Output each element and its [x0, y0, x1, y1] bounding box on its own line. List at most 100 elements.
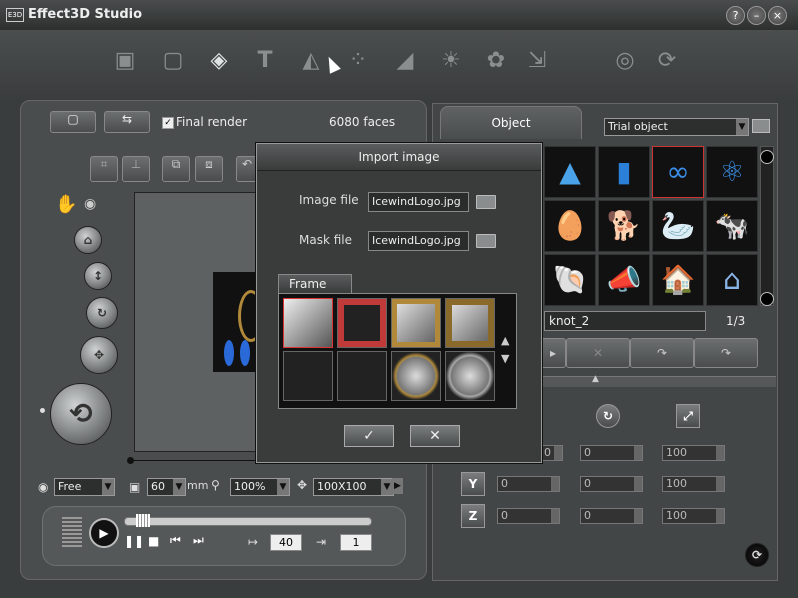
scroll-up-icon[interactable] [760, 150, 774, 164]
frame-laurel[interactable] [445, 351, 495, 401]
frame-easel[interactable] [283, 351, 333, 401]
move-all-icon[interactable]: ✥ [80, 336, 118, 374]
y-position-field[interactable]: 0 [497, 476, 560, 492]
thumb-megaphone[interactable]: 📣 [598, 254, 650, 306]
web-icon[interactable]: ◎ [608, 44, 642, 78]
frame-red[interactable] [337, 298, 387, 348]
z-axis-button[interactable]: Z [461, 504, 485, 528]
text-3d-icon[interactable]: T [248, 44, 282, 78]
rotate-icon[interactable]: ↻ [86, 297, 118, 329]
thumb-shell[interactable]: 🐚 [544, 254, 596, 306]
frame-tab[interactable]: Frame [278, 274, 352, 293]
distance-select[interactable]: 60 ▼ [147, 478, 186, 496]
thumbnail-scrollbar[interactable] [760, 146, 774, 306]
x-position-field[interactable]: 0 [540, 445, 563, 461]
frame-count-field[interactable]: 40 [270, 534, 302, 551]
x-rotation-field[interactable]: 0 [580, 445, 643, 461]
frame-icon[interactable]: ▢ [156, 44, 190, 78]
ok-button[interactable]: ✓ [344, 425, 394, 447]
y-rotation-field[interactable]: 0 [580, 476, 643, 492]
y-scale-field[interactable]: 100 [662, 476, 725, 492]
refresh-icon[interactable]: ⟳ [650, 44, 684, 78]
play-button[interactable]: ▶ [89, 518, 119, 548]
frame-shield[interactable] [337, 351, 387, 401]
help-button[interactable]: ? [726, 6, 745, 25]
thumb-knot[interactable]: ∞ [652, 146, 704, 198]
box-icon[interactable]: ▣ [108, 44, 142, 78]
paste-icon[interactable]: ⧈ [195, 156, 223, 182]
rotate-axis-icon[interactable]: ↻ [596, 404, 620, 428]
splitter-arrow-icon[interactable]: ▲ [592, 374, 599, 384]
delete-object-icon[interactable]: ✕ [566, 338, 630, 368]
frame-scroll-down-icon[interactable]: ▼ [501, 352, 509, 365]
scroll-down-icon[interactable] [760, 292, 774, 306]
folder-icon[interactable] [752, 119, 770, 133]
thumb-cow[interactable]: 🐄 [706, 200, 758, 252]
y-axis-button[interactable]: Y [461, 472, 485, 496]
timeline-start-handle[interactable] [127, 457, 134, 464]
image-file-folder-icon[interactable] [476, 195, 496, 209]
axes-icon[interactable]: ⊥ [122, 156, 150, 182]
move-vertical-icon[interactable]: ↕ [84, 262, 112, 290]
next-frame-icon[interactable]: ⏭ [193, 533, 204, 548]
dots-icon[interactable]: ⁘ [341, 44, 375, 78]
pause-icon[interactable]: ❚❚ [124, 534, 144, 548]
light-icon[interactable]: ☀ [434, 44, 468, 78]
shape-icon[interactable]: ◈ [202, 44, 236, 78]
frame-scroll-up-icon[interactable]: ▲ [501, 334, 509, 347]
paint-icon[interactable]: ◭ [294, 44, 328, 78]
thumb-egg[interactable]: 🥚 [544, 200, 596, 252]
stop-icon[interactable]: ■ [148, 534, 159, 548]
x-scale-field[interactable]: 100 [662, 445, 725, 461]
thumb-dog[interactable]: 🐕 [598, 200, 650, 252]
hand-icon[interactable]: ✋ [55, 194, 77, 215]
mask-file-folder-icon[interactable] [476, 234, 496, 248]
undo-icon[interactable]: ↶ [236, 156, 258, 182]
load-image-icon[interactable]: ↷ [694, 338, 758, 368]
new-file-button[interactable]: ▢ [50, 111, 96, 133]
select-arrow-icon[interactable]: ▸ [540, 338, 566, 368]
orbit-icon[interactable]: ⟲ [50, 383, 112, 445]
frame-none[interactable] [283, 298, 333, 348]
prev-frame-icon[interactable]: ⏮ [170, 533, 181, 548]
thumb-cylinder[interactable]: ▮ [598, 146, 650, 198]
copy-icon[interactable]: ⧉ [162, 156, 190, 182]
crop-icon[interactable]: ⌗ [90, 156, 118, 182]
image-file-field[interactable]: IcewindLogo.jpg [368, 192, 469, 212]
view-select[interactable]: Free ▼ [54, 478, 115, 496]
home-icon[interactable]: ⌂ [74, 226, 102, 254]
thumb-igloo[interactable]: ⌂ [706, 254, 758, 306]
zoom-select[interactable]: 100% ▼ [230, 478, 290, 496]
final-render-checkbox[interactable]: ✓ [162, 117, 174, 129]
reset-icon[interactable]: ⟳ [745, 543, 769, 567]
load-texture-icon[interactable]: ↷ [630, 338, 694, 368]
cancel-button[interactable]: ✕ [410, 425, 460, 447]
current-frame-field[interactable]: 1 [340, 534, 372, 551]
swap-image-button[interactable]: ⇆ [104, 111, 150, 133]
z-rotation-field[interactable]: 0 [580, 508, 643, 524]
mask-file-field[interactable]: IcewindLogo.jpg [368, 231, 469, 251]
thumb-cone[interactable]: ▲ [544, 146, 596, 198]
gear-page-icon[interactable]: ✿ [479, 44, 513, 78]
export-icon[interactable]: ⇲ [520, 44, 554, 78]
frame-gold[interactable] [391, 298, 441, 348]
close-button[interactable]: × [768, 6, 787, 25]
size-select[interactable]: 100X100 ▼ [313, 478, 394, 496]
playback-slider[interactable] [124, 517, 372, 526]
thumb-molecule[interactable]: ⚛ [706, 146, 758, 198]
panel-splitter[interactable] [540, 376, 776, 387]
z-scale-field[interactable]: 100 [662, 508, 725, 524]
object-name-field[interactable]: knot_2 [544, 311, 706, 331]
z-position-field[interactable]: 0 [497, 508, 560, 524]
minimize-button[interactable]: – [747, 6, 766, 25]
frame-round-gold[interactable] [391, 351, 441, 401]
eye-icon[interactable]: ◉ [84, 196, 96, 212]
tab-object[interactable]: Object [440, 106, 582, 139]
thumb-goose[interactable]: 🦢 [652, 200, 704, 252]
playback-slider-handle[interactable] [136, 514, 150, 527]
fill-icon[interactable]: ◢ [388, 44, 422, 78]
object-type-select[interactable]: Trial object ▼ [604, 118, 749, 136]
size-arrow-button[interactable]: ▶ [392, 478, 403, 494]
scale-axis-icon[interactable]: ⤢ [676, 404, 700, 428]
thumb-house[interactable]: 🏠 [652, 254, 704, 306]
